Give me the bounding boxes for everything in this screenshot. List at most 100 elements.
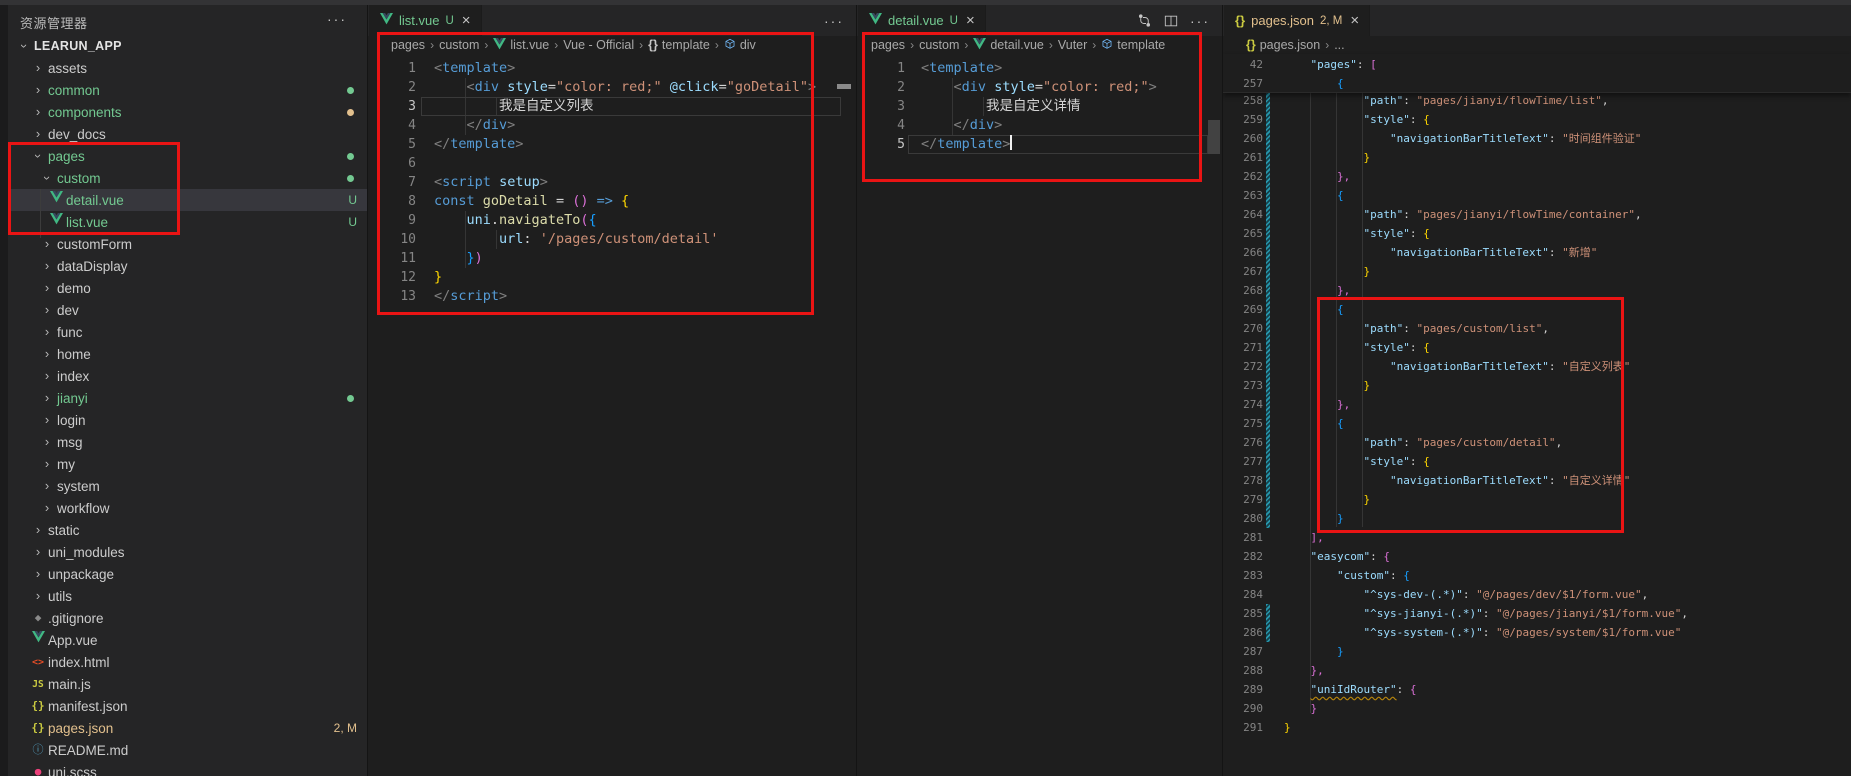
gutter-modified-marker (1266, 471, 1270, 490)
gutter-modified-marker (1266, 243, 1270, 262)
tree-item-label: main.js (48, 677, 91, 692)
tree-item-uni-scss[interactable]: ●uni.scss (8, 761, 367, 776)
string-token: "自定义详情" (1562, 474, 1630, 487)
tree-item-jianyi[interactable]: ›jianyi (8, 387, 367, 409)
code-token: < (467, 79, 475, 95)
tree-item-common[interactable]: ›common (8, 79, 367, 101)
tree-item-home[interactable]: ›home (8, 343, 367, 365)
tree-item-custom[interactable]: ›custom (8, 167, 367, 189)
editor-group-list-vue: list.vue U × ··· pages›custom›list.vue›V… (367, 5, 856, 776)
tree-item-index-html[interactable]: <>index.html (8, 651, 367, 673)
gutter-modified-marker (1266, 509, 1270, 528)
code-token: }, (1337, 398, 1350, 411)
line-number: 1 (386, 59, 416, 78)
tree-item-dev[interactable]: ›dev (8, 299, 367, 321)
code-token: ], (1311, 531, 1324, 544)
tree-item-list-vue[interactable]: list.vueU (8, 211, 367, 233)
sticky-scroll[interactable]: 42 "pages": [257 { (1223, 54, 1851, 93)
tree-item-assets[interactable]: ›assets (8, 57, 367, 79)
code-token (532, 231, 540, 247)
code-token: : (1410, 113, 1423, 126)
tree-item-func[interactable]: ›func (8, 321, 367, 343)
chevron-right-icon: › (39, 497, 55, 519)
tree-item-msg[interactable]: ›msg (8, 431, 367, 453)
code-token (548, 193, 556, 209)
breadcrumb-segment[interactable]: ... (1334, 38, 1344, 52)
chevron-right-icon: › (30, 563, 46, 585)
code-token: "navigationBarTitleText" (1390, 246, 1549, 259)
vue-file-icon (30, 629, 46, 651)
scss-icon: ● (35, 765, 42, 776)
tree-item-app-vue[interactable]: App.vue (8, 629, 367, 651)
tree-item-label: manifest.json (48, 699, 128, 714)
line-number: 291 (1237, 718, 1263, 737)
tree-item-unpackage[interactable]: ›unpackage (8, 563, 367, 585)
code-token: script (450, 288, 499, 304)
tree-item-workflow[interactable]: ›workflow (8, 497, 367, 519)
breadcrumb-label: pages.json (1260, 38, 1320, 52)
tree-item-components[interactable]: ›components (8, 101, 367, 123)
tree-item-detail-vue[interactable]: detail.vueU (8, 189, 367, 211)
chevron-right-icon: › (39, 409, 55, 431)
tree-item-datadisplay[interactable]: ›dataDisplay (8, 255, 367, 277)
tree-item-manifest-json[interactable]: {}manifest.json (8, 695, 367, 717)
breadcrumb-segment[interactable]: {}pages.json (1246, 38, 1320, 52)
code-token: , (1556, 436, 1563, 449)
line-number: 289 (1237, 680, 1263, 699)
gutter-modified-marker (1266, 129, 1270, 148)
code-line: } (1284, 718, 1291, 737)
tree-item-readme-md[interactable]: ⓘREADME.md (8, 739, 367, 761)
tree-item-pages[interactable]: ›pages (8, 145, 367, 167)
tree-item-learun-app[interactable]: ›LEARUN_APP (8, 35, 367, 57)
line-number: 258 (1237, 93, 1263, 110)
tree-item-label: list.vue (66, 215, 108, 230)
tree-item-demo[interactable]: ›demo (8, 277, 367, 299)
string-token: "@/pages/jianyi/$1/form.vue" (1496, 607, 1681, 620)
tree-item-login[interactable]: ›login (8, 409, 367, 431)
breadcrumb-label: ... (1334, 38, 1344, 52)
tree-item-system[interactable]: ›system (8, 475, 367, 497)
code-line: "style": { (1284, 224, 1430, 243)
tree-item--gitignore[interactable]: ◆.gitignore (8, 607, 367, 629)
code-area[interactable]: 1<template>2 <div style="color: red;">3 … (857, 5, 1222, 776)
tree-item-customform[interactable]: ›customForm (8, 233, 367, 255)
code-line: "^sys-jianyi-(.*)": "@/pages/jianyi/$1/f… (1284, 604, 1688, 623)
line-number: 5 (386, 135, 416, 154)
tree-item-utils[interactable]: ›utils (8, 585, 367, 607)
json-icon: {} (1235, 13, 1245, 28)
vue-icon (50, 191, 63, 203)
code-token: { (1403, 569, 1410, 582)
code-token (1284, 683, 1311, 696)
tree-item-label: utils (48, 589, 72, 604)
tree-item-pages-json[interactable]: {}pages.json2, M (8, 717, 367, 739)
gitignore-icon: ◆ (35, 611, 42, 624)
tree-item-label: App.vue (48, 633, 98, 648)
tree-item-static[interactable]: ›static (8, 519, 367, 541)
git-status-dot (347, 395, 354, 402)
line-number: 278 (1237, 471, 1263, 490)
code-line: "navigationBarTitleText": "自定义详情" (1284, 471, 1630, 490)
line-number: 2 (875, 78, 905, 97)
tree-item-main-js[interactable]: JSmain.js (8, 673, 367, 695)
chevron-right-icon: › (30, 123, 46, 145)
code-area[interactable]: 258 "path": "pages/jianyi/flowTime/list"… (1223, 93, 1851, 776)
tree-item-my[interactable]: ›my (8, 453, 367, 475)
code-area[interactable]: 1<template>2 <div style="color: red;" @c… (368, 5, 856, 776)
tab-pages-json[interactable]: {} pages.json 2, M × (1224, 5, 1370, 36)
line-number: 269 (1237, 300, 1263, 319)
text-cursor (1010, 135, 1012, 150)
close-icon[interactable]: × (1350, 12, 1359, 29)
more-actions-icon[interactable]: ··· (327, 11, 347, 27)
code-token: template (937, 136, 1002, 152)
line-number: 1 (875, 59, 905, 78)
code-token: div (970, 117, 994, 133)
code-token: style (507, 79, 548, 95)
tree-item-index[interactable]: ›index (8, 365, 367, 387)
code-token: = (719, 79, 727, 95)
code-token: > (540, 174, 548, 190)
code-token (1284, 322, 1363, 335)
tree-item-dev-docs[interactable]: ›dev_docs (8, 123, 367, 145)
scrollbar-slider[interactable] (1208, 120, 1220, 154)
code-line: </div> (921, 116, 1002, 135)
tree-item-uni-modules[interactable]: ›uni_modules (8, 541, 367, 563)
